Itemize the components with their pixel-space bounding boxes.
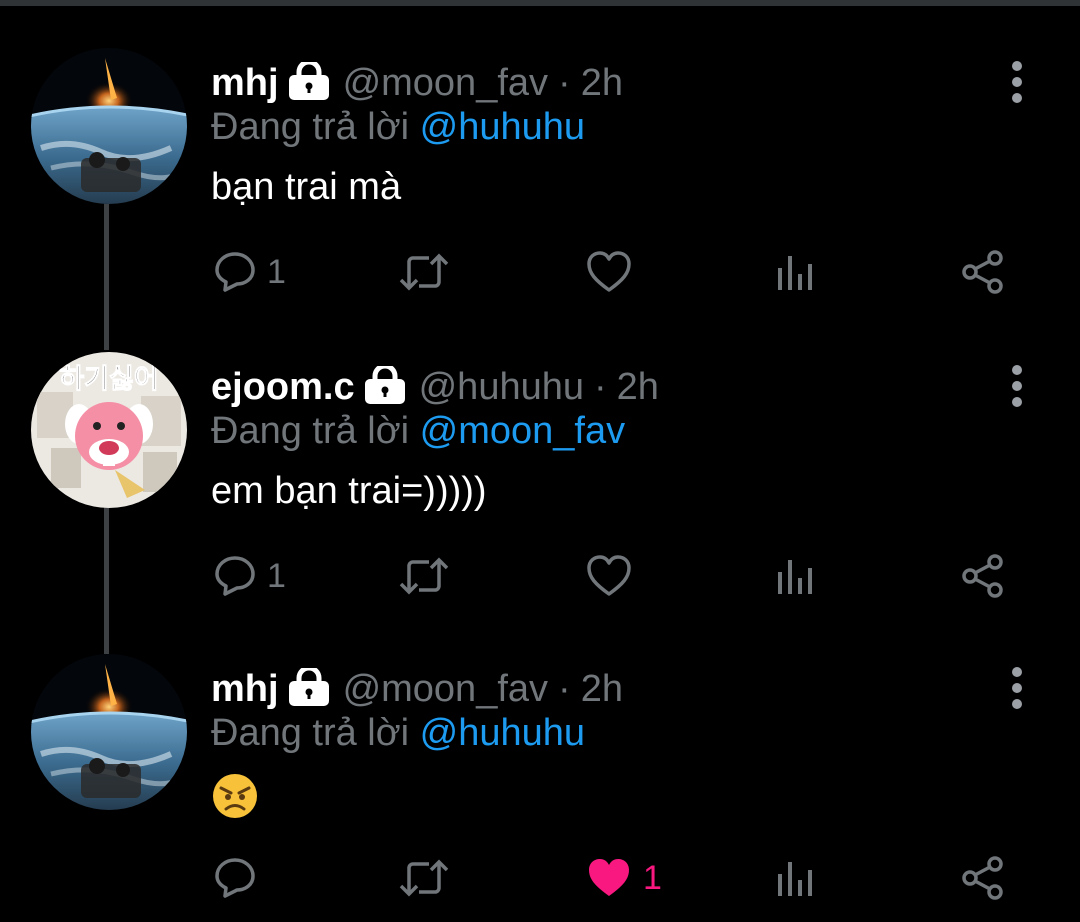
tweet-actions: 1 [0, 548, 1080, 604]
display-name[interactable]: mhj [211, 668, 279, 711]
tweet-text: em bạn trai=))))) [211, 470, 487, 512]
tweet[interactable]: mhj @moon_fav · 2h Đang trả lời @huhuhu … [0, 654, 1080, 922]
lock-icon [287, 59, 331, 105]
share-button[interactable] [960, 548, 1006, 604]
like-button[interactable]: 1 [585, 850, 662, 906]
reply-prefix: Đang trả lời [211, 410, 410, 452]
angry-face-emoji [211, 772, 259, 830]
tweet[interactable]: mhj @moon_fav · 2h Đang trả lời @huhuhu … [0, 48, 1080, 318]
views-button[interactable] [775, 244, 815, 300]
tweet-actions: 1 [0, 244, 1080, 300]
like-button[interactable] [585, 548, 643, 604]
heart-icon [589, 859, 629, 896]
tweet-header: mhj @moon_fav · 2h [211, 664, 623, 714]
reply-mention[interactable]: @huhuhu [420, 712, 585, 754]
reply-mention[interactable]: @moon_fav [420, 410, 625, 452]
heart-icon [587, 555, 631, 596]
svg-text:하기싫어: 하기싫어 [59, 364, 158, 395]
lock-icon [287, 665, 331, 711]
tweet-actions: 1 [0, 850, 1080, 906]
separator: · [558, 61, 571, 104]
lock-icon [363, 363, 407, 409]
retweet-button[interactable] [397, 244, 451, 300]
tweet-text: bạn trai mà [211, 166, 402, 208]
avatar-text: 하기싫어 [59, 364, 159, 396]
reply-icon [215, 858, 255, 898]
avatar[interactable] [31, 48, 187, 204]
reply-context: Đang trả lời @huhuhu [211, 106, 585, 149]
retweet-icon [399, 253, 449, 291]
reply-button[interactable]: 1 [213, 548, 286, 604]
reply-context: Đang trả lời @moon_fav [211, 410, 625, 453]
top-divider [0, 0, 1080, 6]
views-button[interactable] [775, 850, 815, 906]
reply-icon [215, 556, 255, 596]
share-icon [962, 554, 1003, 598]
user-handle[interactable]: @moon_fav [343, 62, 548, 105]
share-button[interactable] [960, 244, 1006, 300]
analytics-icon [778, 862, 812, 896]
more-vertical-icon[interactable] [1000, 660, 1034, 710]
retweet-button[interactable] [397, 548, 451, 604]
heart-icon [587, 251, 631, 292]
reply-count: 1 [267, 556, 286, 595]
share-button[interactable] [960, 850, 1006, 906]
separator: · [558, 667, 571, 710]
like-count: 1 [643, 858, 662, 897]
reply-context: Đang trả lời @huhuhu [211, 712, 585, 755]
tweet-content [211, 772, 259, 830]
timestamp[interactable]: 2h [581, 668, 623, 711]
share-icon [962, 856, 1003, 900]
avatar[interactable] [31, 654, 187, 810]
share-icon [962, 250, 1003, 294]
tweet[interactable]: 하기싫어 ejoom.c @huhuhu · 2h Đang trả lời @… [0, 352, 1080, 622]
user-handle[interactable]: @huhuhu [419, 366, 584, 409]
analytics-icon [778, 560, 812, 594]
reply-button[interactable] [213, 850, 267, 906]
reply-prefix: Đang trả lời [211, 712, 410, 754]
like-button[interactable] [585, 244, 643, 300]
timestamp[interactable]: 2h [617, 366, 659, 409]
analytics-icon [778, 256, 812, 290]
retweet-button[interactable] [397, 850, 451, 906]
reply-prefix: Đang trả lời [211, 106, 410, 148]
views-button[interactable] [775, 548, 815, 604]
reply-button[interactable]: 1 [213, 244, 286, 300]
separator: · [594, 365, 607, 408]
reply-mention[interactable]: @huhuhu [420, 106, 585, 148]
tweet-header: ejoom.c @huhuhu · 2h [211, 362, 659, 412]
timestamp[interactable]: 2h [581, 62, 623, 105]
retweet-icon [399, 859, 449, 897]
avatar[interactable]: 하기싫어 [31, 352, 187, 508]
display-name[interactable]: mhj [211, 62, 279, 105]
display-name[interactable]: ejoom.c [211, 366, 355, 409]
retweet-icon [399, 557, 449, 595]
reply-icon [215, 252, 255, 292]
reply-count: 1 [267, 252, 286, 291]
tweet-header: mhj @moon_fav · 2h [211, 58, 623, 108]
more-vertical-icon[interactable] [1000, 358, 1034, 408]
user-handle[interactable]: @moon_fav [343, 668, 548, 711]
more-vertical-icon[interactable] [1000, 54, 1034, 104]
